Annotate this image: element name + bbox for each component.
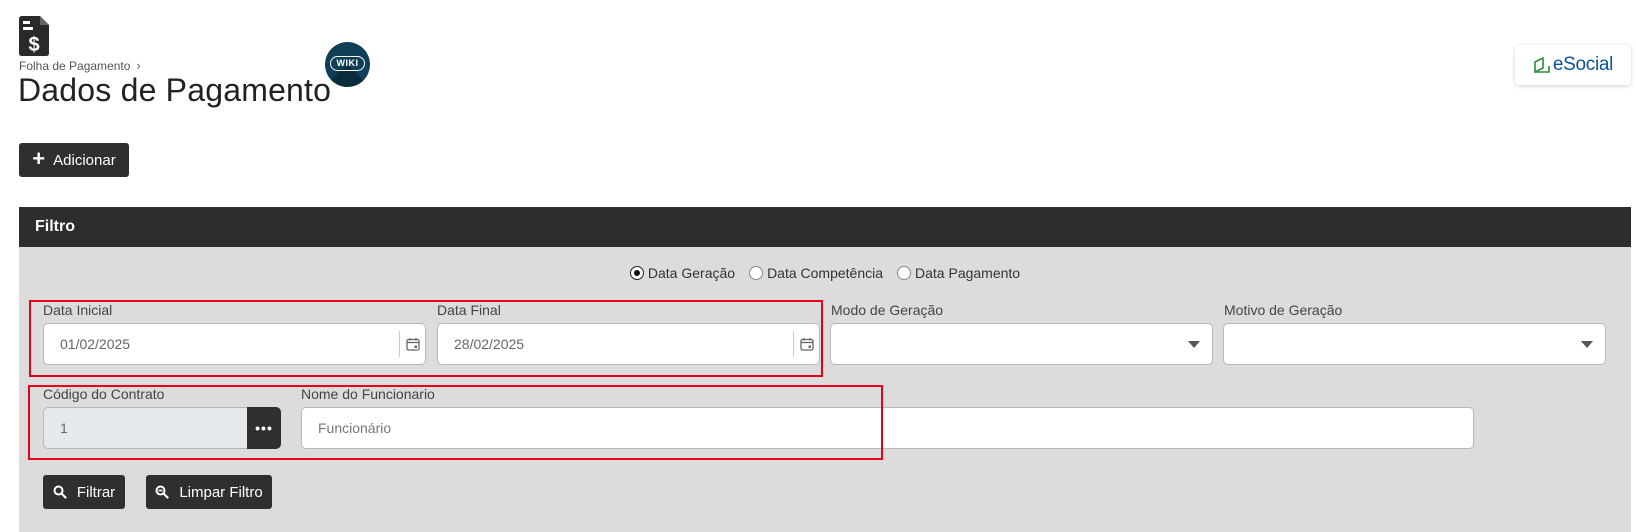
radio-label: Data Pagamento — [915, 265, 1021, 281]
chevron-down-icon — [1581, 341, 1593, 348]
radio-unchecked-icon[interactable] — [749, 266, 764, 280]
motivo-geracao-label: Motivo de Geração — [1224, 302, 1343, 318]
modo-geracao-label: Modo de Geração — [831, 302, 944, 318]
codigo-contrato-label: Código do Contrato — [43, 386, 165, 402]
codigo-contrato-input[interactable]: 1 — [43, 407, 247, 449]
chevron-down-icon — [1188, 341, 1200, 348]
nome-funcionario-label: Nome do Funcionario — [301, 386, 435, 402]
esocial-logo[interactable]: eSocial — [1515, 45, 1631, 85]
svg-text:$: $ — [28, 34, 39, 56]
data-final-value: 28/02/2025 — [454, 336, 525, 352]
radio-unchecked-icon[interactable] — [897, 266, 912, 280]
data-inicial-input[interactable]: 01/02/2025 — [43, 323, 426, 365]
esocial-mark-icon — [1534, 56, 1550, 74]
search-icon — [53, 485, 67, 499]
page-title: Dados de Pagamento — [18, 72, 332, 108]
esocial-logo-text: eSocial — [1552, 54, 1614, 75]
radio-label: Data Geração — [647, 265, 736, 281]
calendar-icon[interactable] — [399, 331, 425, 357]
payroll-document-icon: $ — [19, 16, 49, 56]
search-minus-icon — [155, 485, 169, 499]
lookup-contract-button[interactable]: ••• — [247, 407, 281, 449]
breadcrumb-separator-icon: › — [136, 58, 141, 73]
filter-button-label: Filtrar — [76, 483, 116, 501]
data-inicial-label: Data Inicial — [43, 302, 113, 318]
radio-label: Data Competência — [767, 265, 884, 281]
modo-geracao-select[interactable] — [830, 323, 1213, 365]
filter-panel: Filtro Data Geração Data Competência Dat… — [19, 207, 1631, 532]
wiki-button[interactable]: WIKI — [325, 42, 370, 87]
nome-funcionario-placeholder: Funcionário — [318, 420, 392, 436]
radio-checked-icon[interactable] — [629, 266, 644, 280]
filter-button[interactable]: Filtrar — [43, 475, 125, 509]
codigo-contrato-value: 1 — [60, 420, 68, 436]
plus-icon: + — [32, 146, 46, 171]
breadcrumb-item-folha[interactable]: Folha de Pagamento — [19, 59, 130, 73]
data-final-label: Data Final — [437, 302, 501, 318]
radio-data-pagamento[interactable]: Data Pagamento — [897, 265, 1020, 281]
data-final-input[interactable]: 28/02/2025 — [437, 323, 820, 365]
wiki-label: WIKI — [330, 56, 365, 71]
filter-header: Filtro — [19, 207, 1631, 247]
ellipsis-icon: ••• — [255, 420, 273, 436]
date-type-radio-group: Data Geração Data Competência Data Pagam… — [19, 265, 1631, 281]
radio-data-competencia[interactable]: Data Competência — [749, 265, 883, 281]
add-button-label: Adicionar — [53, 151, 116, 169]
add-button[interactable]: + Adicionar — [19, 143, 129, 177]
breadcrumb: Folha de Pagamento › — [19, 58, 141, 73]
radio-data-geracao[interactable]: Data Geração — [629, 265, 736, 281]
nome-funcionario-input[interactable]: Funcionário — [301, 407, 1474, 449]
calendar-icon[interactable] — [793, 331, 819, 357]
data-inicial-value: 01/02/2025 — [60, 336, 131, 352]
clear-filter-button-label: Limpar Filtro — [179, 483, 263, 501]
motivo-geracao-select[interactable] — [1223, 323, 1606, 365]
clear-filter-button[interactable]: Limpar Filtro — [146, 475, 272, 509]
